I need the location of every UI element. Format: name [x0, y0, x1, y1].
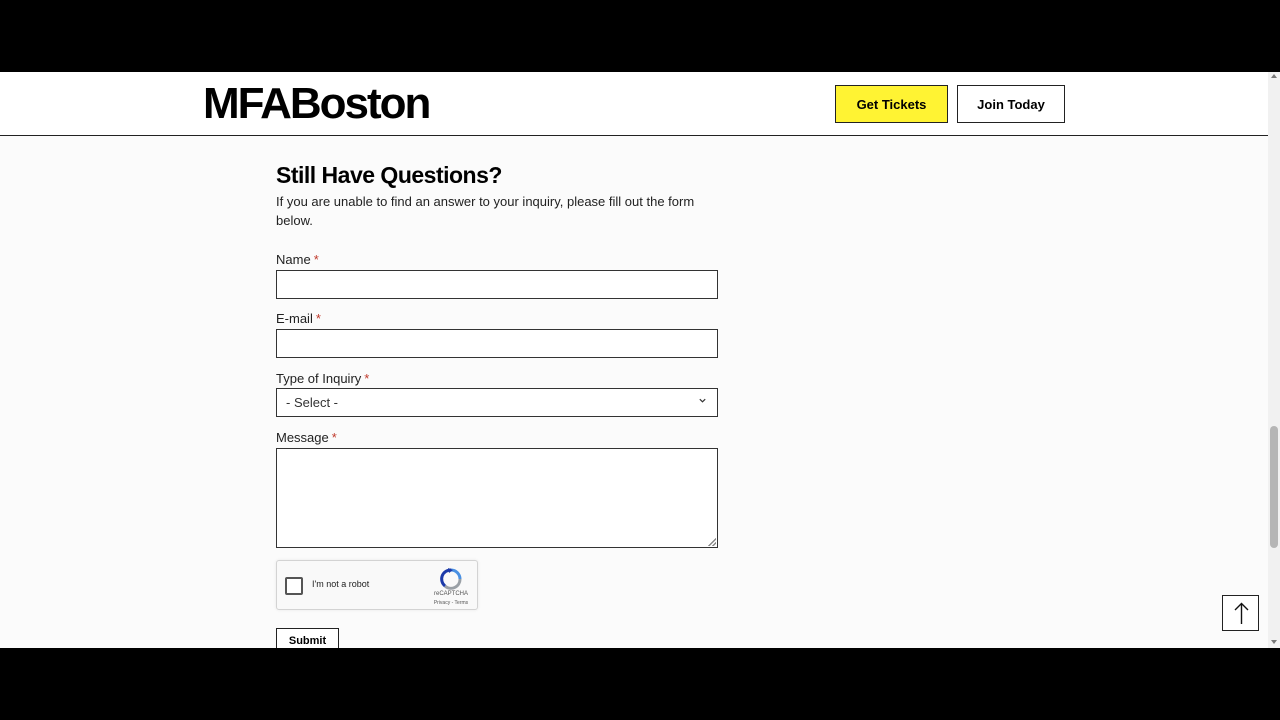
- scroll-up-arrow-icon[interactable]: [1271, 74, 1277, 78]
- page-scrollbar[interactable]: [1268, 72, 1280, 648]
- name-label: Name *: [276, 252, 319, 267]
- chevron-down-icon: [698, 396, 707, 408]
- page-viewport: MFABoston Get Tickets Join Today Still H…: [0, 72, 1280, 648]
- form-intro: If you are unable to find an answer to y…: [276, 194, 695, 228]
- required-asterisk: *: [313, 252, 319, 267]
- email-input[interactable]: [276, 329, 718, 358]
- scrollbar-thumb[interactable]: [1270, 426, 1278, 548]
- resize-handle-icon[interactable]: [708, 538, 716, 546]
- inquiry-label: Type of Inquiry *: [276, 371, 369, 386]
- join-today-button[interactable]: Join Today: [957, 85, 1065, 123]
- required-asterisk: *: [364, 371, 370, 386]
- back-to-top-button[interactable]: [1222, 595, 1259, 631]
- required-asterisk: *: [315, 311, 321, 326]
- name-label-text: Name: [276, 252, 311, 267]
- get-tickets-button[interactable]: Get Tickets: [835, 85, 948, 123]
- submit-button[interactable]: Submit: [276, 628, 339, 648]
- message-label-text: Message: [276, 430, 329, 445]
- email-label-text: E-mail: [276, 311, 313, 326]
- inquiry-label-text: Type of Inquiry: [276, 371, 362, 386]
- inquiry-select-value: - Select -: [286, 395, 339, 410]
- recaptcha-widget: I'm not a robot reCAPTCHA Privacy - Term…: [276, 560, 478, 610]
- recaptcha-brand: reCAPTCHA: [433, 591, 468, 597]
- recaptcha-logo-icon: [439, 568, 463, 590]
- email-label: E-mail *: [276, 311, 321, 326]
- mfa-boston-logo[interactable]: MFABoston: [203, 80, 431, 128]
- required-asterisk: *: [331, 430, 337, 445]
- site-header: MFABoston Get Tickets Join Today: [0, 72, 1268, 136]
- recaptcha-label: I'm not a robot: [312, 579, 370, 589]
- arrow-up-icon: [1234, 602, 1249, 624]
- message-label: Message *: [276, 430, 337, 445]
- name-input[interactable]: [276, 270, 718, 299]
- recaptcha-checkbox[interactable]: [285, 577, 303, 595]
- scroll-down-arrow-icon[interactable]: [1271, 640, 1277, 644]
- recaptcha-terms-link[interactable]: Privacy - Terms: [427, 600, 475, 606]
- message-textarea[interactable]: [276, 448, 718, 548]
- form-heading: Still Have Questions?: [276, 162, 502, 188]
- inquiry-select[interactable]: - Select -: [276, 388, 718, 417]
